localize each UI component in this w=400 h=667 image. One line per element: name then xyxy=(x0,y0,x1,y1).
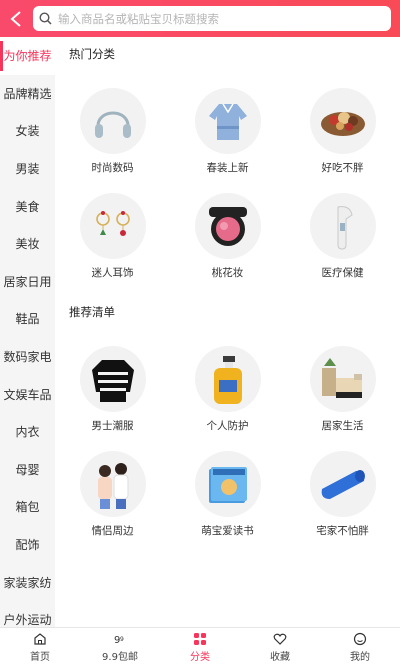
back-button[interactable] xyxy=(0,0,32,37)
category-label: 时尚数码 xyxy=(91,162,134,174)
tab-label: 分类 xyxy=(190,652,210,663)
couple-photo-icon xyxy=(97,463,128,509)
category-item[interactable]: 时尚数码 xyxy=(55,74,170,179)
tab-nine-nine[interactable]: 99 9.9包邮 xyxy=(80,628,160,667)
tab-label: 9.9包邮 xyxy=(102,652,138,663)
sidebar-item-underwear[interactable]: 内衣 xyxy=(0,413,55,451)
striped-sweater-icon xyxy=(91,360,134,402)
chevron-left-icon xyxy=(10,10,21,27)
category-label: 好吃不胖 xyxy=(321,162,364,174)
sidebar-item-women[interactable]: 女装 xyxy=(0,112,55,150)
sidebar-item-home[interactable]: 居家日用 xyxy=(0,263,55,301)
bottom-tab-bar: 首页 99 9.9包邮 分类 收藏 我的 xyxy=(0,627,400,667)
tab-category[interactable]: 分类 xyxy=(160,628,240,667)
search-bar[interactable] xyxy=(33,6,391,31)
category-content: 热门分类 时尚数码 春装上新 好吃不胖 迷人耳饰 桃花妆 医疗保健 推荐清单 男… xyxy=(55,37,400,627)
category-item[interactable]: 男士潮服 xyxy=(55,332,170,437)
category-label: 宅家不怕胖 xyxy=(316,525,369,537)
sidebar-item-shoes[interactable]: 鞋品 xyxy=(0,300,55,338)
search-input[interactable] xyxy=(58,11,378,26)
section-title-hot: 热门分类 xyxy=(69,47,115,61)
category-item[interactable]: 春装上新 xyxy=(170,74,285,179)
sidebar-item-food[interactable]: 美食 xyxy=(0,187,55,225)
category-label: 春装上新 xyxy=(206,162,249,174)
books-icon xyxy=(208,467,247,503)
sidebar-item-bags[interactable]: 箱包 xyxy=(0,488,55,526)
heart-icon xyxy=(273,633,287,645)
earrings-icon xyxy=(95,211,130,236)
sidebar-item-men[interactable]: 男装 xyxy=(0,150,55,188)
category-label: 萌宝爱读书 xyxy=(201,525,254,537)
section-title-recommend: 推荐清单 xyxy=(69,305,115,319)
sidebar-item-baby[interactable]: 母婴 xyxy=(0,451,55,489)
tab-home[interactable]: 首页 xyxy=(0,628,80,667)
sidebar-item-furnishing[interactable]: 家装家纺 xyxy=(0,563,55,601)
category-item[interactable]: 迷人耳饰 xyxy=(55,179,170,284)
category-sidebar: 为你推荐 品牌精选 女装 男装 美食 美妆 居家日用 鞋品 数码家电 文娱车品 … xyxy=(0,37,55,627)
tab-label: 收藏 xyxy=(270,652,290,663)
hand-sanitizer-icon xyxy=(213,356,242,404)
yoga-mat-icon xyxy=(321,470,365,499)
thermometer-icon xyxy=(337,206,353,250)
recommend-list-grid: 男士潮服 个人防护 居家生活 情侣周边 萌宝爱读书 宅家不怕胖 xyxy=(55,332,400,542)
tab-label: 我的 xyxy=(350,652,370,663)
top-header xyxy=(0,0,400,37)
category-label: 男士潮服 xyxy=(91,420,134,432)
category-item[interactable]: 桃花妆 xyxy=(170,179,285,284)
category-label: 迷人耳饰 xyxy=(91,267,134,279)
category-item[interactable]: 居家生活 xyxy=(285,332,400,437)
search-icon xyxy=(39,12,52,25)
category-label: 个人防护 xyxy=(206,420,249,432)
category-label: 桃花妆 xyxy=(211,267,244,279)
sidebar-item-digital[interactable]: 数码家电 xyxy=(0,338,55,376)
category-label: 情侣周边 xyxy=(91,525,134,537)
tab-profile[interactable]: 我的 xyxy=(320,628,400,667)
category-item[interactable]: 萌宝爱读书 xyxy=(170,437,285,542)
svg-text:9: 9 xyxy=(120,636,124,643)
category-item[interactable]: 医疗保健 xyxy=(285,179,400,284)
hot-category-grid: 时尚数码 春装上新 好吃不胖 迷人耳饰 桃花妆 医疗保健 xyxy=(55,74,400,284)
category-item[interactable]: 情侣周边 xyxy=(55,437,170,542)
category-item[interactable]: 宅家不怕胖 xyxy=(285,437,400,542)
nine-nine-icon: 99 xyxy=(114,635,124,646)
blouse-icon xyxy=(208,103,247,140)
sidebar-item-outdoor[interactable]: 户外运动 xyxy=(0,601,55,627)
category-item[interactable]: 好吃不胖 xyxy=(285,74,400,179)
blush-compact-icon xyxy=(208,207,247,246)
sidebar-item-beauty[interactable]: 美妆 xyxy=(0,225,55,263)
tab-favorites[interactable]: 收藏 xyxy=(240,628,320,667)
home-icon xyxy=(34,633,46,645)
sidebar-item-entertainment[interactable]: 文娱车品 xyxy=(0,375,55,413)
category-label: 医疗保健 xyxy=(321,267,364,279)
home-decor-icon xyxy=(321,358,362,398)
sidebar-item-recommend[interactable]: 为你推荐 xyxy=(0,37,55,75)
profile-icon xyxy=(353,632,367,646)
sidebar-item-accessories[interactable]: 配饰 xyxy=(0,526,55,564)
snack-bowl-icon xyxy=(320,112,365,136)
tab-label: 首页 xyxy=(30,652,50,663)
category-icon xyxy=(194,633,206,645)
headphones-icon xyxy=(94,111,131,138)
category-label: 居家生活 xyxy=(321,420,364,432)
sidebar-item-brands[interactable]: 品牌精选 xyxy=(0,75,55,113)
category-item[interactable]: 个人防护 xyxy=(170,332,285,437)
